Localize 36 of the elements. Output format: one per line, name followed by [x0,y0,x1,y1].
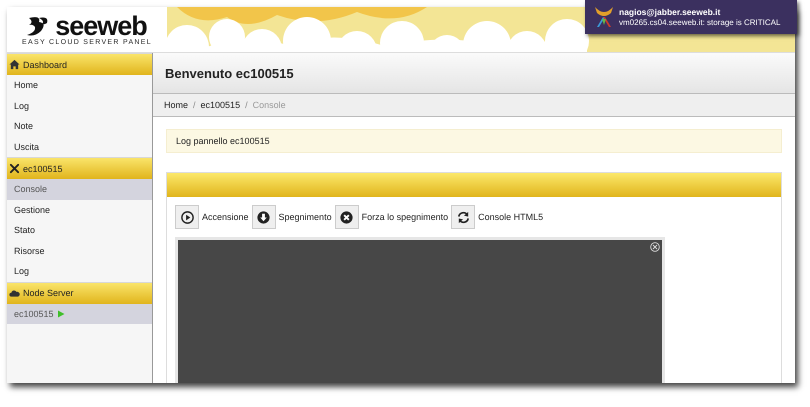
breadcrumb-separator: / [245,100,248,110]
notification-title: nagios@jabber.seeweb.it [619,7,722,17]
play-icon [180,210,194,224]
sidebar-item[interactable]: Stato [7,220,152,240]
refresh-icon [456,210,471,224]
sidebar-item[interactable]: Log [7,96,152,116]
sidebar-item[interactable]: Gestione [7,200,152,220]
breadcrumb-separator: / [193,100,196,110]
action-button[interactable]: Console HTML5 [451,205,544,229]
sidebar-section-header[interactable]: Dashboard [7,53,152,75]
section-title: Node Server [23,288,74,298]
breadcrumb-link[interactable]: ec100515 [200,100,240,110]
sidebar-item[interactable]: Log [7,261,152,282]
sidebar-section-header[interactable]: ec100515 [7,157,152,179]
sidebar-item[interactable]: Home [7,75,152,96]
section-title: ec100515 [23,164,63,174]
page-title: Benvenuto ec100515 [153,53,795,94]
sidebar-item[interactable]: Risorse [7,240,152,261]
sidebar-item[interactable]: ec100515 [7,304,152,324]
breadcrumb-link[interactable]: Home [164,100,188,110]
sidebar-item[interactable]: Uscita [7,136,152,157]
down-icon [256,210,272,224]
log-alert: Log pannello ec100515 [166,129,782,153]
stop-icon [339,210,354,224]
close-icon[interactable] [650,242,660,252]
sidebar-item[interactable]: Console [7,179,152,200]
action-button[interactable]: Accensione [175,205,249,229]
notification-message: vm0265.cs04.seeweb.it: storage is CRITICAL [619,18,780,27]
action-button[interactable]: Forza lo spegnimento [334,205,448,229]
section-title: Dashboard [23,60,68,70]
sidebar-section-header[interactable]: Node Server [7,282,152,304]
cloud-icon [9,288,20,298]
logo-wordmark: seeweb [55,13,147,39]
action-button[interactable]: Spegnimento [252,205,332,229]
sidebar-item[interactable]: Note [7,116,152,136]
home-icon [9,59,20,70]
